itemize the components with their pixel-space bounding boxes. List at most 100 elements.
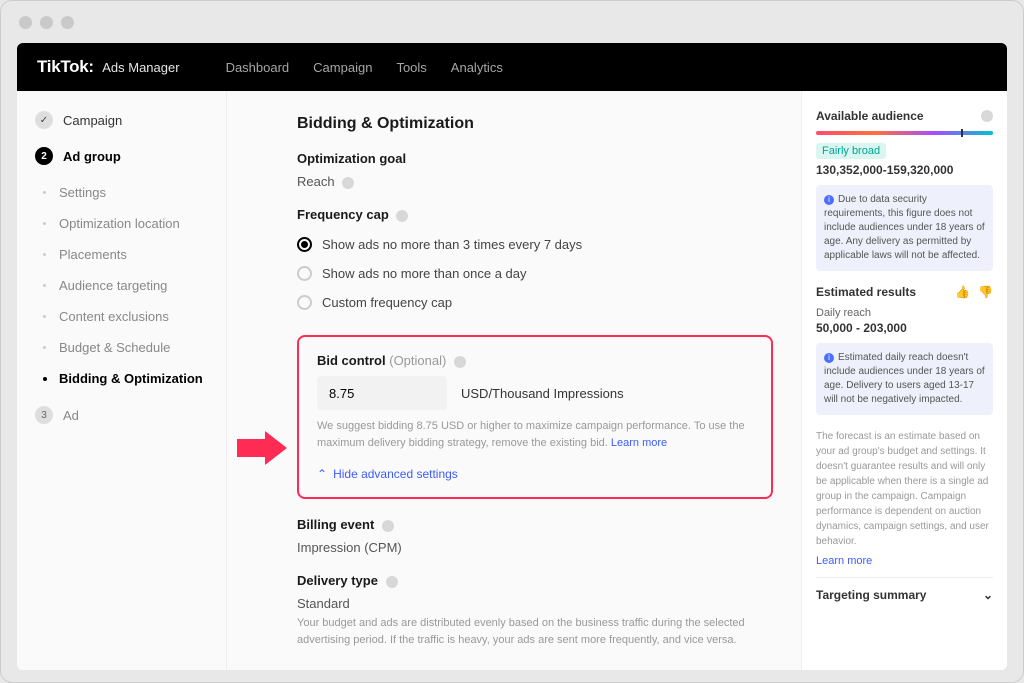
label-text: Frequency cap	[297, 207, 389, 222]
nav-tools[interactable]: Tools	[396, 60, 426, 75]
topbar: TikTok: Ads Manager Dashboard Campaign T…	[17, 43, 1007, 91]
info-icon[interactable]	[396, 210, 408, 222]
thumbs-down-icon[interactable]: 👎	[978, 285, 993, 299]
info-icon[interactable]	[342, 177, 354, 189]
body: ✓ Campaign 2 Ad group Settings Optimizat…	[17, 91, 1007, 670]
chevron-down-icon: ⌄	[983, 588, 993, 602]
daily-reach-value: 50,000 - 203,000	[816, 321, 993, 335]
step-label: Campaign	[63, 113, 122, 128]
sidebar: ✓ Campaign 2 Ad group Settings Optimizat…	[17, 91, 227, 670]
toggle-text: Targeting summary	[816, 588, 926, 602]
brand-logo: TikTok: Ads Manager	[37, 57, 180, 77]
bid-help-text: We suggest bidding 8.75 USD or higher to…	[317, 418, 753, 451]
delivery-type-label: Delivery type	[297, 573, 773, 588]
window-control-dot[interactable]	[40, 16, 53, 29]
browser-titlebar	[1, 1, 1023, 43]
radio-icon	[297, 295, 312, 310]
frequency-option-custom[interactable]: Custom frequency cap	[297, 288, 773, 317]
step-adgroup[interactable]: 2 Ad group	[17, 141, 226, 171]
nav-campaign[interactable]: Campaign	[313, 60, 372, 75]
estimated-results-title: Estimated results 👍 👎	[816, 285, 993, 299]
notice-text: Due to data security requirements, this …	[824, 194, 985, 261]
billing-event-label: Billing event	[297, 517, 773, 532]
step-label: Ad group	[63, 149, 121, 164]
results-notice: iEstimated daily reach doesn't include a…	[816, 343, 993, 415]
info-icon[interactable]	[454, 356, 466, 368]
info-icon[interactable]	[981, 110, 993, 122]
learn-more-link[interactable]: Learn more	[611, 437, 667, 449]
frequency-option-3x7[interactable]: Show ads no more than 3 times every 7 da…	[297, 230, 773, 259]
arrow-pointer-icon	[237, 431, 287, 465]
optimization-goal-label: Optimization goal	[297, 151, 773, 166]
sidebar-item-bidding-optimization[interactable]: Bidding & Optimization	[17, 363, 226, 394]
help-text-body: We suggest bidding 8.75 USD or higher to…	[317, 420, 745, 449]
feedback-thumbs: 👍 👎	[955, 285, 993, 299]
step-campaign[interactable]: ✓ Campaign	[17, 105, 226, 135]
brand-sub: Ads Manager	[102, 60, 179, 75]
hide-advanced-toggle[interactable]: ⌃ Hide advanced settings	[317, 467, 753, 481]
info-icon[interactable]	[382, 520, 394, 532]
bid-unit: USD/Thousand Impressions	[461, 386, 624, 401]
bid-control-label: Bid control (Optional)	[317, 353, 753, 368]
sidebar-item-audience-targeting[interactable]: Audience targeting	[17, 270, 226, 301]
check-icon: ✓	[35, 111, 53, 129]
targeting-summary-toggle[interactable]: Targeting summary ⌄	[816, 577, 993, 612]
option-text: Custom frequency cap	[322, 295, 452, 310]
label-text: Billing event	[297, 517, 374, 532]
label-text: Delivery type	[297, 573, 378, 588]
sidebar-item-settings[interactable]: Settings	[17, 177, 226, 208]
label-text: Optimization goal	[297, 151, 406, 166]
bid-input[interactable]	[317, 376, 447, 410]
daily-reach-label: Daily reach	[816, 307, 993, 319]
step-ad[interactable]: 3 Ad	[17, 400, 226, 430]
step-number-icon: 2	[35, 147, 53, 165]
sidebar-item-optimization-location[interactable]: Optimization location	[17, 208, 226, 239]
sidebar-item-budget-schedule[interactable]: Budget & Schedule	[17, 332, 226, 363]
optional-text: (Optional)	[389, 353, 446, 368]
right-panel: Available audience Fairly broad 130,352,…	[801, 91, 1007, 670]
step-label: Ad	[63, 408, 79, 423]
audience-notice: iDue to data security requirements, this…	[816, 185, 993, 271]
main-wrap: Bidding & Optimization Optimization goal…	[227, 91, 1007, 670]
bid-row: USD/Thousand Impressions	[317, 376, 753, 410]
optimization-goal-value: Reach	[297, 174, 773, 189]
app-container: TikTok: Ads Manager Dashboard Campaign T…	[17, 43, 1007, 670]
thumbs-up-icon[interactable]: 👍	[955, 285, 970, 299]
info-icon: i	[824, 353, 834, 363]
audience-range: 130,352,000-159,320,000	[816, 163, 993, 177]
top-nav: Dashboard Campaign Tools Analytics	[226, 60, 503, 75]
frequency-cap-group: Show ads no more than 3 times every 7 da…	[297, 230, 773, 317]
radio-icon	[297, 266, 312, 281]
nav-dashboard[interactable]: Dashboard	[226, 60, 290, 75]
browser-frame: TikTok: Ads Manager Dashboard Campaign T…	[0, 0, 1024, 683]
frequency-option-once-day[interactable]: Show ads no more than once a day	[297, 259, 773, 288]
option-text: Show ads no more than 3 times every 7 da…	[322, 237, 582, 252]
title-text: Estimated results	[816, 285, 916, 299]
billing-event-value: Impression (CPM)	[297, 540, 773, 555]
frequency-cap-label: Frequency cap	[297, 207, 773, 222]
delivery-description: Your budget and ads are distributed even…	[297, 615, 767, 648]
page-title: Bidding & Optimization	[297, 115, 773, 133]
label-text: Bid control	[317, 353, 386, 368]
option-text: Show ads no more than once a day	[322, 266, 527, 281]
brand-name: TikTok:	[37, 57, 94, 76]
nav-analytics[interactable]: Analytics	[451, 60, 503, 75]
window-control-dot[interactable]	[19, 16, 32, 29]
sidebar-item-placements[interactable]: Placements	[17, 239, 226, 270]
info-icon: i	[824, 195, 834, 205]
main-content: Bidding & Optimization Optimization goal…	[227, 91, 801, 670]
sidebar-item-content-exclusions[interactable]: Content exclusions	[17, 301, 226, 332]
bid-control-highlight: Bid control (Optional) USD/Thousand Impr…	[297, 335, 773, 499]
info-icon[interactable]	[386, 576, 398, 588]
radio-selected-icon	[297, 237, 312, 252]
learn-more-link[interactable]: Learn more	[816, 555, 993, 567]
available-audience-title: Available audience	[816, 109, 993, 123]
delivery-type-value: Standard	[297, 596, 773, 611]
audience-breadth-tag: Fairly broad	[816, 143, 886, 159]
value-text: Reach	[297, 174, 335, 189]
toggle-text: Hide advanced settings	[333, 467, 458, 481]
step-number-icon: 3	[35, 406, 53, 424]
title-text: Available audience	[816, 109, 924, 123]
window-control-dot[interactable]	[61, 16, 74, 29]
notice-text: Estimated daily reach doesn't include au…	[824, 352, 985, 405]
